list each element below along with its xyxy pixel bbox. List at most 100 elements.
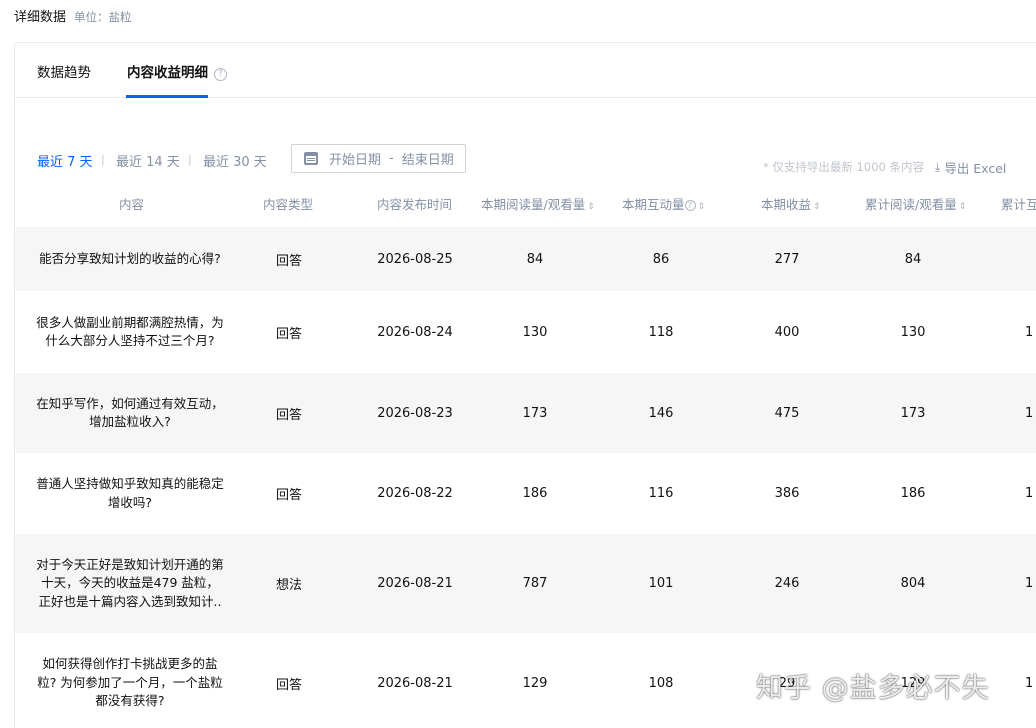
range-separator: | <box>101 153 105 166</box>
table-header: 内容 内容类型 内容发布时间 本期阅读量/观看量 ⇕ 本期互动量? ⇕ 本期收益 ⇕ … <box>15 185 1036 225</box>
help-icon[interactable]: ? <box>214 68 227 81</box>
cell-publish-date: 2026-08-21 <box>377 576 453 591</box>
active-tab-indicator <box>126 95 208 98</box>
table-row[interactable]: 普通人坚持做知乎致知真的能稳定 增收吗? 回答 2026-08-22 186 116 386… <box>15 453 1036 534</box>
cell-publish-date: 2026-08-24 <box>377 324 453 340</box>
range-last-7-days[interactable]: 最近 7 天 <box>37 151 93 170</box>
cell-earnings: 475 <box>774 405 800 421</box>
download-icon: ⤓ <box>935 160 941 174</box>
cell-reads: 186 <box>522 486 548 501</box>
cell-publish-date: 2026-08-23 <box>377 405 453 421</box>
cell-reads: 173 <box>522 405 548 421</box>
cell-content-title[interactable]: 对于今天正好是致知计划开通的第 十天，今天的收益是479 盐粒， 正好也是十篇内容入… <box>30 534 230 633</box>
cell-reads: 130 <box>522 324 548 340</box>
column-header-total-reads-label: 累计阅读/观看量 <box>865 197 957 212</box>
cell-total-reads: 804 <box>900 576 926 591</box>
sort-icon: ⇕ <box>697 202 706 212</box>
content-title-line: 如何获得创作打卡挑战更多的盐 <box>42 656 218 672</box>
unit-label: 单位：盐粒 <box>74 10 132 24</box>
column-header-type: 内容类型 <box>263 197 314 212</box>
column-header-reads-label: 本期阅读量/观看量 <box>481 197 586 212</box>
content-title-text: 能否分享致知计划的收益的心得? <box>39 250 221 269</box>
column-header-total-interactions: 累计互 <box>1001 197 1036 212</box>
column-header-reads[interactable]: 本期阅读量/观看量 ⇕ <box>481 185 595 225</box>
content-title-text: 在知乎写作，如何通过有效互动， 增加盐粒收入? <box>36 395 224 432</box>
cell-publish-date: 2026-08-25 <box>377 251 453 267</box>
column-header-interactions[interactable]: 本期互动量? ⇕ <box>622 185 705 225</box>
content-title-line: 能否分享致知计划的收益的心得? <box>39 250 221 266</box>
range-separator: | <box>188 153 192 166</box>
content-title-text: 对于今天正好是致知计划开通的第 十天，今天的收益是479 盐粒， 正好也是十篇内容入… <box>36 556 224 612</box>
column-header-earnings-label: 本期收益 <box>761 197 812 212</box>
column-header-earnings[interactable]: 本期收益 ⇕ <box>761 185 821 225</box>
cell-type: 回答 <box>275 253 302 269</box>
cell-reads: 787 <box>522 576 548 591</box>
export-excel-label: 导出 Excel <box>944 161 1007 176</box>
tab-data-trend[interactable]: 数据趋势 <box>37 61 91 81</box>
cell-publish-date: 2026-08-22 <box>377 486 453 501</box>
section-title: 详细数据 <box>14 10 67 25</box>
cell-type: 回答 <box>275 677 302 693</box>
sort-icon: ⇕ <box>958 202 967 212</box>
cell-type: 回答 <box>275 326 302 342</box>
cell-earnings: 277 <box>774 251 800 267</box>
content-title-line: 都没有获得? <box>95 693 165 709</box>
content-title-line: 正好也是十篇内容入选到致知计.. <box>38 593 222 609</box>
content-title-line: 粒? 为何参加了一个月，一个盐粒 <box>37 674 223 690</box>
content-title-line: 普通人坚持做知乎致知真的能稳定 <box>36 476 224 491</box>
table-row[interactable]: 对于今天正好是致知计划开通的第 十天，今天的收益是479 盐粒， 正好也是十篇内容入… <box>15 534 1036 633</box>
table-row[interactable]: 能否分享致知计划的收益的心得? 回答 2026-08-25 84 86 277 84 <box>15 227 1036 291</box>
cell-interactions: 118 <box>648 324 674 340</box>
cell-content-title[interactable]: 能否分享致知计划的收益的心得? <box>30 227 230 291</box>
cell-reads: 129 <box>522 675 548 691</box>
content-title-line: 什么大部分人坚持不过三个月? <box>45 333 215 348</box>
detail-card: 数据趋势 内容收益明细? 最近 7 天 | 最近 14 天 | 最近 30 天 … <box>14 42 1036 728</box>
date-range-picker[interactable]: 开始日期 - 结束日期 <box>291 144 466 173</box>
help-icon[interactable]: ? <box>684 200 696 211</box>
date-dash: - <box>389 151 394 166</box>
section-header: 详细数据 单位：盐粒 <box>14 6 132 25</box>
cell-type: 想法 <box>275 578 302 593</box>
start-date-placeholder: 开始日期 <box>329 153 382 168</box>
content-title-text: 很多人做副业前期都满腔热情，为 什么大部分人坚持不过三个月? <box>36 314 224 351</box>
cell-total-reads: 173 <box>900 405 926 421</box>
column-header-total-reads[interactable]: 累计阅读/观看量 ⇕ <box>865 185 966 225</box>
export-excel-button[interactable]: ⤓ 导出 Excel <box>935 158 1006 177</box>
cell-earnings: 246 <box>774 576 800 591</box>
cell-type: 回答 <box>275 488 302 503</box>
cell-total-reads: 130 <box>900 324 926 340</box>
calendar-icon <box>304 152 318 165</box>
content-title-line: 十天，今天的收益是479 盐粒， <box>41 575 219 591</box>
cell-interactions: 101 <box>648 576 674 591</box>
cell-total-reads: 84 <box>904 251 922 267</box>
end-date-placeholder: 结束日期 <box>401 153 454 168</box>
tab-content-earnings[interactable]: 内容收益明细? <box>127 61 227 81</box>
content-title-line: 对于今天正好是致知计划开通的第 <box>36 556 224 572</box>
cell-total-interactions <box>1025 227 1036 291</box>
cell-content-title[interactable]: 如何获得创作打卡挑战更多的盐 粒? 为何参加了一个月，一个盐粒 都没有获得? <box>30 633 230 728</box>
cell-total-interactions: 1 <box>1025 324 1034 340</box>
cell-earnings: 400 <box>774 324 800 340</box>
tab-bar: 数据趋势 内容收益明细? <box>15 43 1036 98</box>
table-row[interactable]: 很多人做副业前期都满腔热情，为 什么大部分人坚持不过三个月? 回答 2026-08-2… <box>15 291 1036 373</box>
cell-interactions: 116 <box>648 486 674 501</box>
cell-content-title[interactable]: 普通人坚持做知乎致知真的能稳定 增收吗? <box>30 453 230 534</box>
tab-content-earnings-label: 内容收益明细 <box>127 65 208 81</box>
table-row[interactable]: 在知乎写作，如何通过有效互动， 增加盐粒收入? 回答 2026-08-23 173 146… <box>15 373 1036 453</box>
cell-content-title[interactable]: 很多人做副业前期都满腔热情，为 什么大部分人坚持不过三个月? <box>30 291 230 373</box>
content-title-line: 增加盐粒收入? <box>89 414 171 429</box>
range-last-14-days[interactable]: 最近 14 天 <box>116 151 180 170</box>
cell-reads: 84 <box>526 251 544 267</box>
cell-total-interactions: 1 <box>1025 675 1034 691</box>
content-title-line: 增收吗? <box>107 494 153 510</box>
range-last-30-days[interactable]: 最近 30 天 <box>203 151 267 170</box>
cell-earnings: 386 <box>774 486 800 501</box>
content-title-text: 普通人坚持做知乎致知真的能稳定 增收吗? <box>36 475 224 512</box>
cell-content-title[interactable]: 在知乎写作，如何通过有效互动， 增加盐粒收入? <box>30 373 230 453</box>
content-title-line: 在知乎写作，如何通过有效互动， <box>36 395 224 411</box>
cell-total-reads: 186 <box>900 486 926 501</box>
sort-icon: ⇕ <box>587 202 595 212</box>
cell-total-interactions: 1 <box>1025 486 1034 501</box>
column-header-content: 内容 <box>119 197 145 212</box>
cell-interactions: 108 <box>648 675 674 691</box>
